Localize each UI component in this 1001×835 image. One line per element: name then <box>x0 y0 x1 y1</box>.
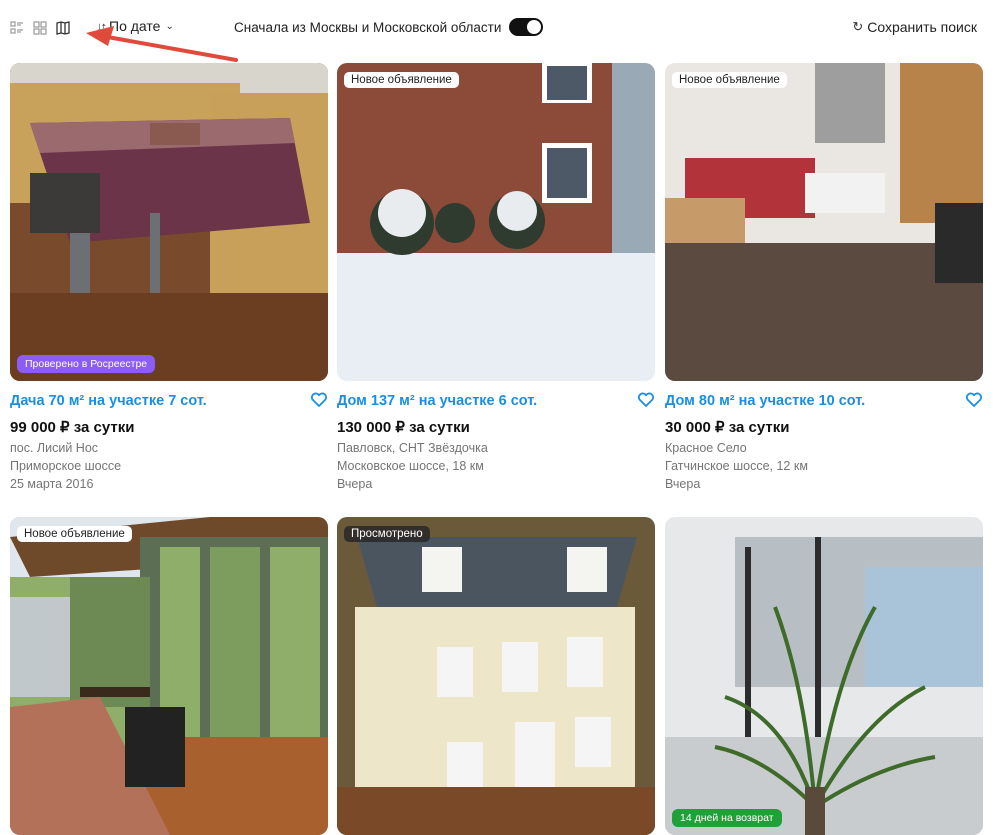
listing-date: 25 марта 2016 <box>10 477 94 491</box>
map-view-icon[interactable] <box>56 21 70 35</box>
toggle-knob <box>527 20 542 34</box>
listing-price: 30 000 ₽ за сутки <box>665 419 790 436</box>
favorite-heart-icon[interactable] <box>310 391 328 409</box>
viewed-badge: Просмотрено <box>344 526 430 542</box>
listing-date: Вчера <box>337 477 373 491</box>
grid-view-icon[interactable] <box>33 21 47 35</box>
save-search-button[interactable]: ↻ Сохранить поиск <box>852 19 977 35</box>
region-priority-label: Сначала из Москвы и Московской области <box>234 19 502 35</box>
listing-location: Павловск, СНТ Звёздочка <box>337 441 488 455</box>
listing-photo[interactable]: Проверено в Росреестре <box>10 63 328 381</box>
listing-photo[interactable]: Новое объявление <box>10 517 328 835</box>
listing-location: Красное Село <box>665 441 747 455</box>
new-listing-badge: Новое объявление <box>344 72 459 88</box>
listing-road: Гатчинское шоссе, 12 км <box>665 459 808 473</box>
listing-title[interactable]: Дом 80 м² на участке 10 сот. <box>665 393 865 409</box>
listing-photo[interactable]: Новое объявление <box>665 63 983 381</box>
favorite-heart-icon[interactable] <box>637 391 655 409</box>
listing-road: Приморское шоссе <box>10 459 122 473</box>
annotation-arrow-icon <box>86 26 238 62</box>
return-badge: 14 дней на возврат <box>672 809 782 827</box>
listing-date: Вчера <box>665 477 701 491</box>
listing-title[interactable]: Дача 70 м² на участке 7 сот. <box>10 393 207 409</box>
verified-badge: Проверено в Росреестре <box>17 355 156 373</box>
listing-photo[interactable]: 14 дней на возврат <box>665 517 983 835</box>
listing-title[interactable]: Дом 137 м² на участке 6 сот. <box>337 393 537 409</box>
listing-photo[interactable]: Новое объявление <box>337 63 655 381</box>
listing-price: 99 000 ₽ за сутки <box>10 419 135 436</box>
region-priority-setting: Сначала из Москвы и Московской области <box>234 18 544 36</box>
list-view-icon[interactable] <box>10 21 24 35</box>
save-search-label: Сохранить поиск <box>867 19 977 35</box>
new-listing-badge: Новое объявление <box>672 72 787 88</box>
favorite-heart-icon[interactable] <box>965 391 983 409</box>
listing-photo[interactable]: Просмотрено <box>337 517 655 835</box>
region-priority-toggle[interactable] <box>509 18 544 36</box>
save-search-icon: ↻ <box>852 19 864 34</box>
listing-road: Московское шоссе, 18 км <box>337 459 484 473</box>
listing-location: пос. Лисий Нос <box>10 441 99 455</box>
listing-price: 130 000 ₽ за сутки <box>337 419 470 436</box>
new-listing-badge: Новое объявление <box>17 526 132 542</box>
